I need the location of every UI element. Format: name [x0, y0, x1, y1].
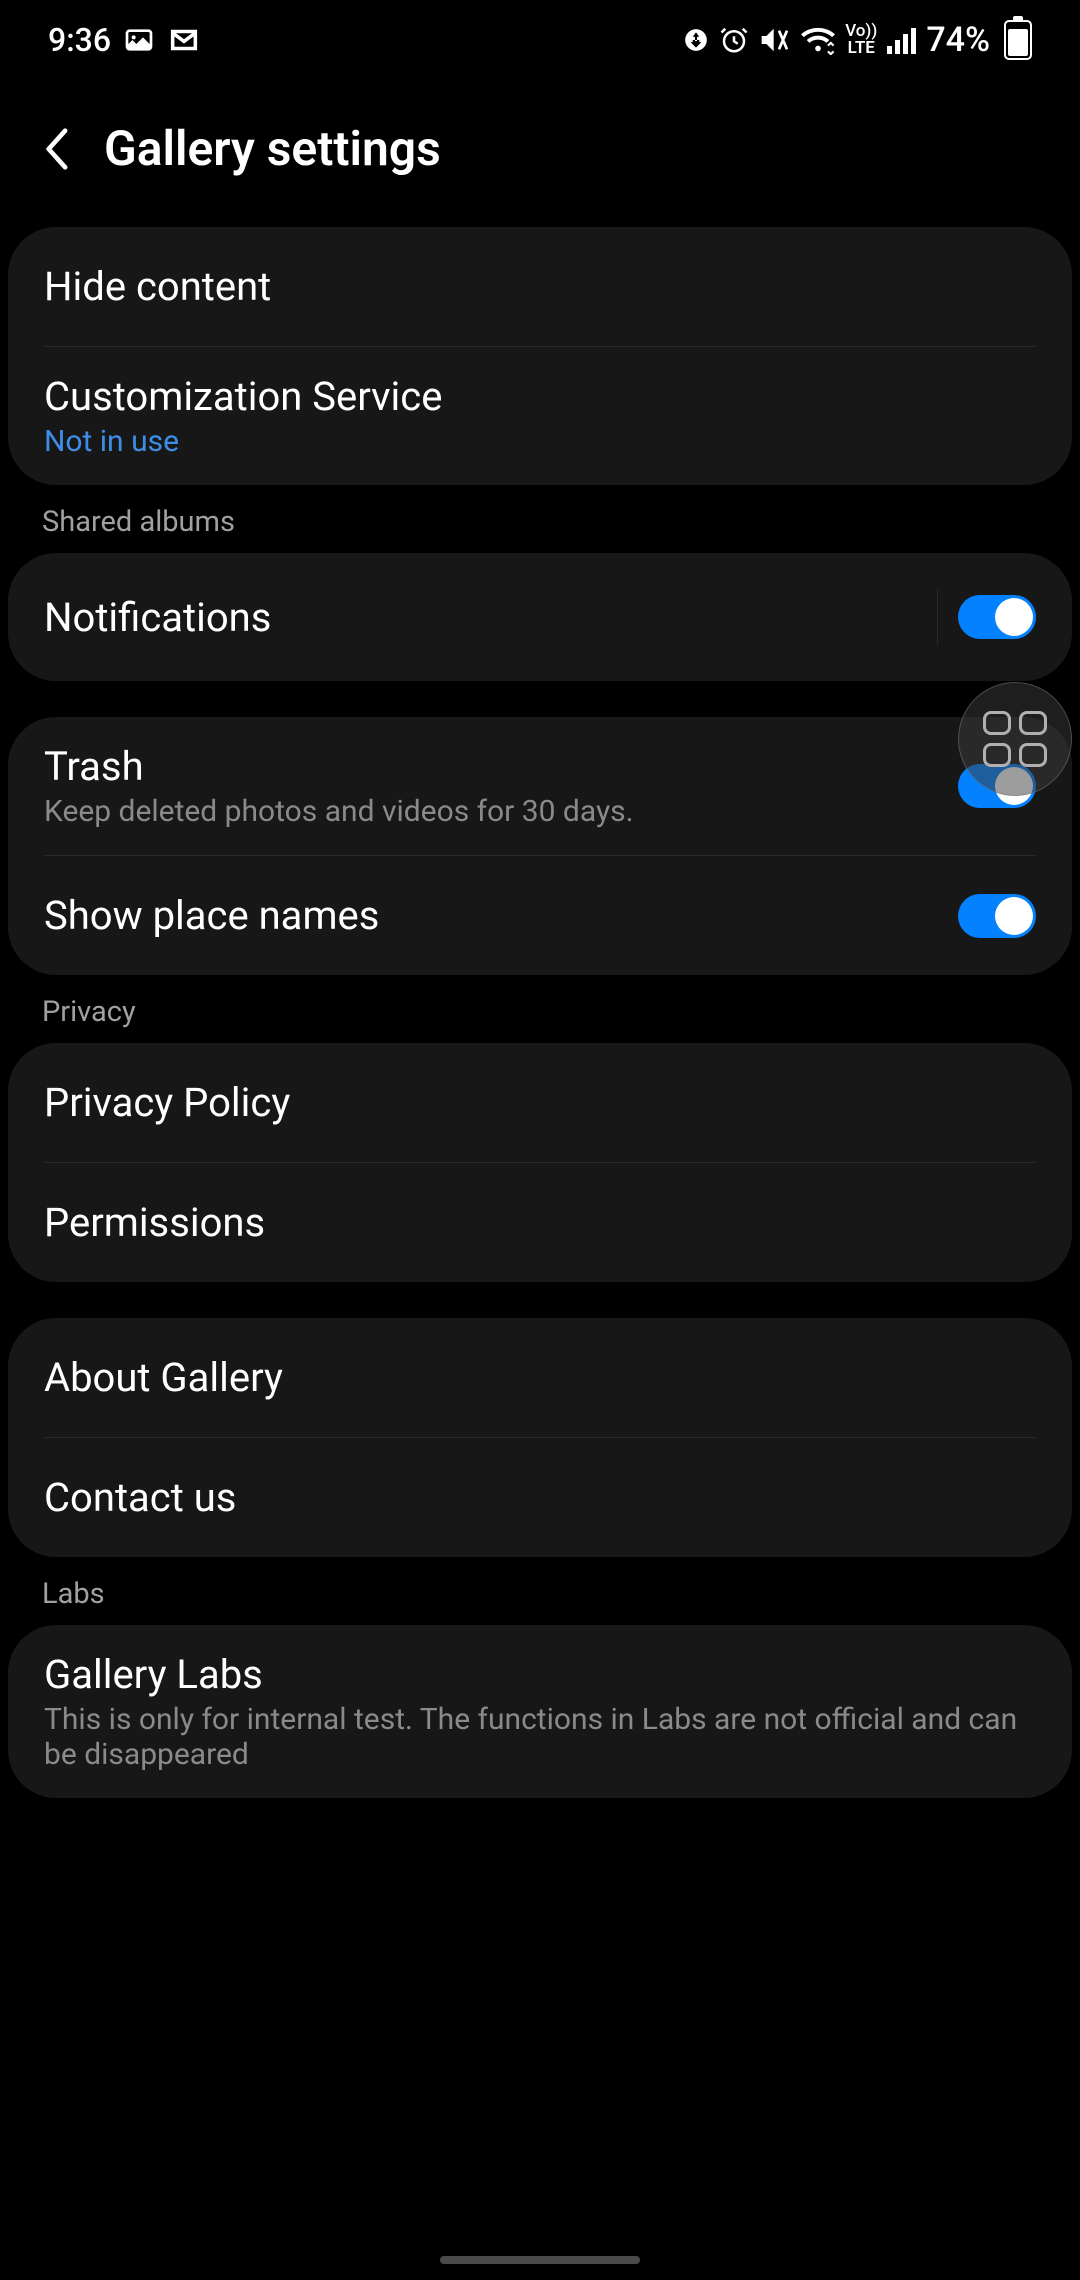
navigation-handle[interactable]: [440, 2256, 640, 2264]
signal-icon: [887, 26, 916, 54]
grid-box-icon: [1019, 743, 1047, 767]
setting-show-place-names[interactable]: Show place names: [8, 856, 1072, 975]
card-about: About Gallery Contact us: [8, 1318, 1072, 1557]
card-labs: Gallery Labs This is only for internal t…: [8, 1625, 1072, 1798]
wifi-icon: [801, 25, 835, 55]
setting-title: Permissions: [44, 1199, 1036, 1246]
setting-title: About Gallery: [44, 1354, 1036, 1401]
chevron-left-icon: [42, 127, 70, 171]
setting-notifications[interactable]: Notifications: [8, 553, 1072, 681]
setting-customization-service[interactable]: Customization Service Not in use: [8, 347, 1072, 485]
show-place-names-toggle[interactable]: [958, 894, 1036, 938]
setting-permissions[interactable]: Permissions: [8, 1163, 1072, 1282]
gmail-icon: [167, 23, 201, 57]
section-header-privacy: Privacy: [0, 975, 1080, 1043]
header: Gallery settings: [0, 80, 1080, 227]
setting-status: Not in use: [44, 424, 1036, 459]
status-bar: 9:36 Vo)) LTE 74%: [0, 0, 1080, 80]
setting-title: Trash: [44, 743, 958, 790]
battery-percent: 74%: [926, 20, 990, 60]
setting-contact-us[interactable]: Contact us: [8, 1438, 1072, 1557]
setting-trash[interactable]: Trash Keep deleted photos and videos for…: [8, 717, 1072, 855]
sync-icon: [683, 27, 709, 53]
section-header-labs: Labs: [0, 1557, 1080, 1625]
setting-title: Notifications: [44, 594, 937, 641]
page-title: Gallery settings: [104, 120, 441, 177]
status-time: 9:36: [48, 21, 111, 59]
volte-icon: Vo)) LTE: [845, 23, 877, 57]
section-header-shared-albums: Shared albums: [0, 485, 1080, 553]
setting-privacy-policy[interactable]: Privacy Policy: [8, 1043, 1072, 1162]
setting-hide-content[interactable]: Hide content: [8, 227, 1072, 346]
toggle-divider: [937, 589, 938, 645]
setting-title: Privacy Policy: [44, 1079, 1036, 1126]
grid-box-icon: [983, 743, 1011, 767]
card-storage: Trash Keep deleted photos and videos for…: [8, 717, 1072, 975]
floating-assistant-button[interactable]: [958, 682, 1072, 796]
setting-about-gallery[interactable]: About Gallery: [8, 1318, 1072, 1437]
picture-icon: [123, 24, 155, 56]
grid-box-icon: [983, 711, 1011, 735]
grid-box-icon: [1019, 711, 1047, 735]
setting-gallery-labs[interactable]: Gallery Labs This is only for internal t…: [8, 1625, 1072, 1798]
setting-title: Contact us: [44, 1474, 1036, 1521]
alarm-icon: [719, 25, 749, 55]
setting-subtitle: Keep deleted photos and videos for 30 da…: [44, 794, 958, 829]
mute-vibrate-icon: [759, 24, 791, 56]
notifications-toggle[interactable]: [958, 595, 1036, 639]
back-button[interactable]: [32, 125, 80, 173]
setting-title: Hide content: [44, 263, 1036, 310]
setting-title: Customization Service: [44, 373, 1036, 420]
card-privacy: Privacy Policy Permissions: [8, 1043, 1072, 1282]
setting-title: Gallery Labs: [44, 1651, 1036, 1698]
setting-title: Show place names: [44, 892, 958, 939]
card-general: Hide content Customization Service Not i…: [8, 227, 1072, 485]
battery-icon: [1004, 20, 1032, 60]
card-shared-albums: Notifications: [8, 553, 1072, 681]
setting-subtitle: This is only for internal test. The func…: [44, 1702, 1036, 1772]
